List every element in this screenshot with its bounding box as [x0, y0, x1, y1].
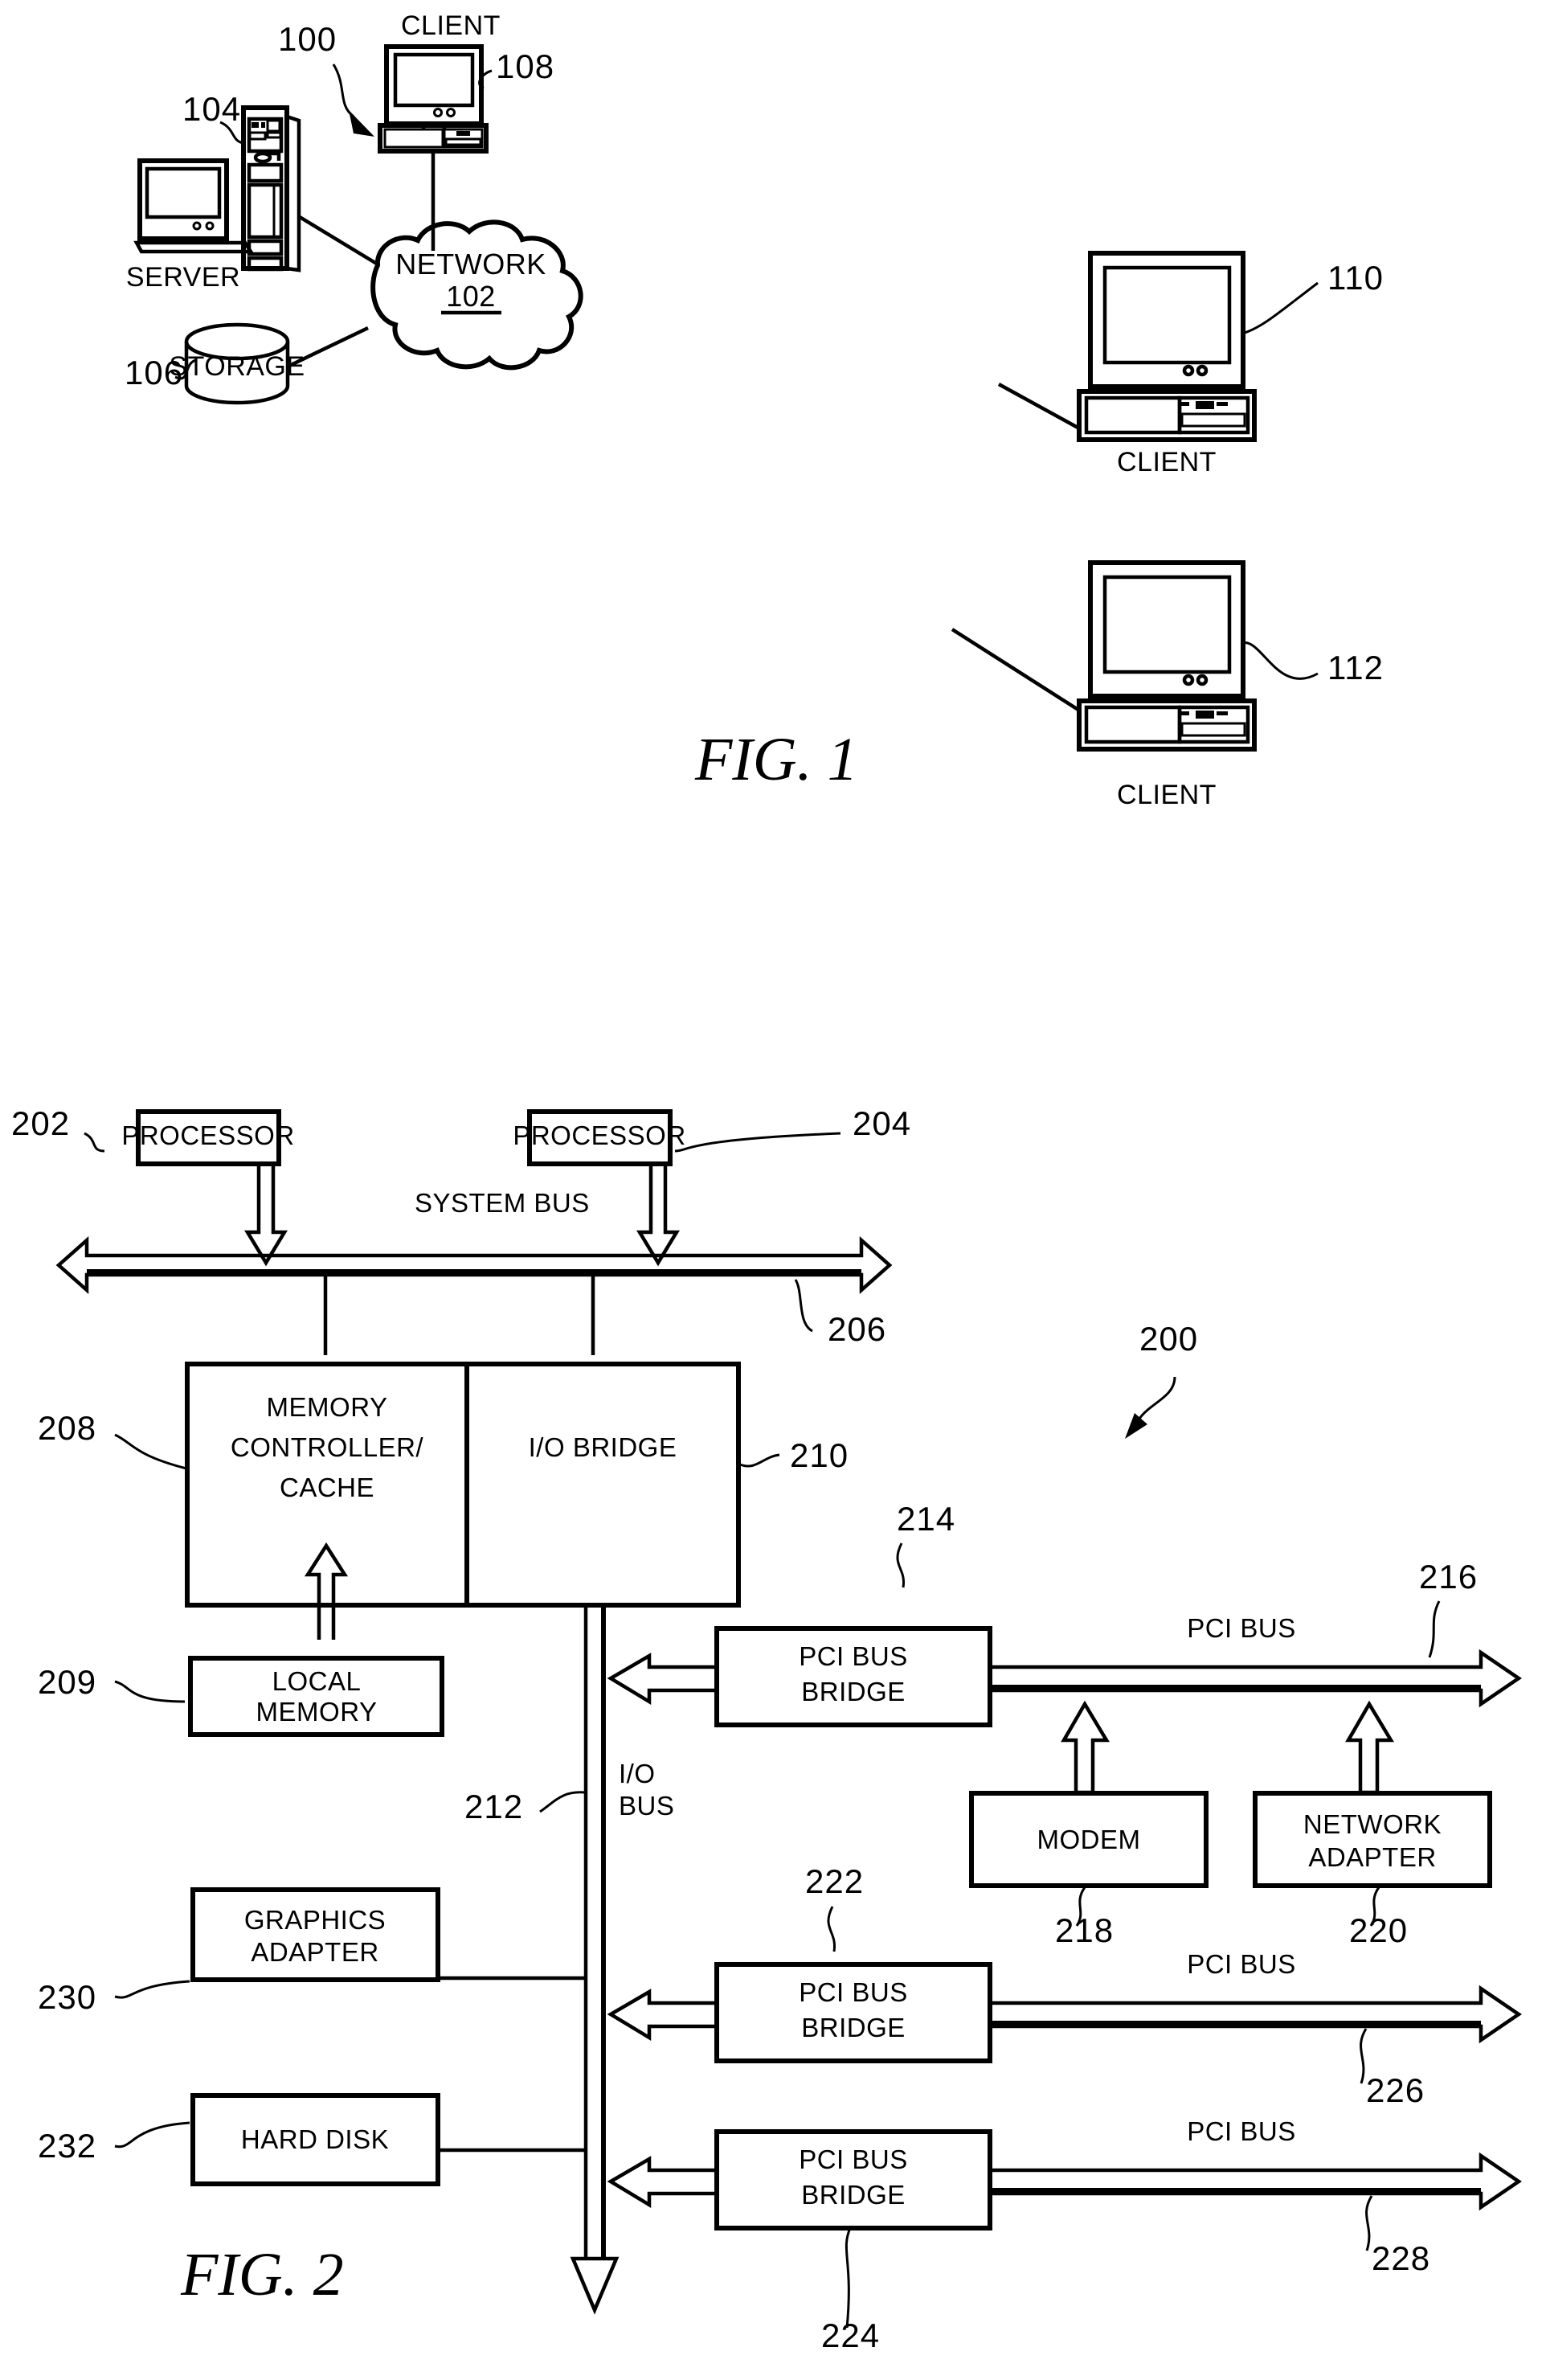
pci-bridge-222-line1: PCI BUS — [799, 1977, 908, 2007]
pci-bus-216-label: PCI BUS — [1187, 1613, 1296, 1643]
io-bus-line1: I/O — [619, 1759, 656, 1788]
client-108-label: CLIENT — [401, 10, 501, 41]
graphics-adapter-line1: GRAPHICS — [244, 1905, 386, 1935]
ref-224: 224 — [821, 2317, 880, 2354]
local-memory-line2: MEMORY — [256, 1697, 378, 1727]
graphics-adapter-line2: ADAPTER — [251, 1937, 378, 1967]
processor-204-label: PROCESSOR — [513, 1120, 685, 1150]
network-adapter-line2: ADAPTER — [1308, 1842, 1436, 1872]
ref-206: 206 — [828, 1310, 886, 1348]
ref-202: 202 — [11, 1104, 70, 1142]
ref-200: 200 — [1139, 1320, 1198, 1358]
pci-bridge-224-line2: BRIDGE — [801, 2180, 906, 2210]
modem-label: MODEM — [1037, 1825, 1141, 1854]
pci-bridge-214-line2: BRIDGE — [801, 1677, 906, 1706]
pci-bridge-224-line1: PCI BUS — [799, 2144, 908, 2174]
storage-label: STORAGE — [169, 351, 305, 382]
ref-222: 222 — [805, 1862, 864, 1900]
ref-218: 218 — [1055, 1911, 1114, 1949]
pci-bus-226-label: PCI BUS — [1187, 1949, 1296, 1979]
memory-controller-line3: CACHE — [280, 1473, 374, 1502]
io-bus-line2: BUS — [619, 1791, 674, 1821]
memory-controller-line1: MEMORY — [267, 1392, 388, 1422]
ref-232: 232 — [38, 2127, 96, 2165]
patent-drawing-sheet: 100 CLIENT 108 104 SERVER 106 STORAGE NE… — [0, 0, 1546, 2380]
client-110-label: CLIENT — [1117, 447, 1217, 477]
pci-bridge-214-line1: PCI BUS — [799, 1641, 908, 1671]
client-112-label: CLIENT — [1117, 780, 1217, 810]
io-bridge-label: I/O BRIDGE — [529, 1432, 677, 1462]
ref-210: 210 — [790, 1436, 849, 1474]
ref-230: 230 — [38, 1978, 96, 2016]
ref-112: 112 — [1327, 649, 1384, 686]
server-label: SERVER — [126, 262, 240, 293]
ref-228: 228 — [1372, 2239, 1430, 2277]
memory-controller-line2: CONTROLLER/ — [231, 1432, 424, 1462]
ref-110: 110 — [1327, 259, 1384, 297]
ref-212: 212 — [464, 1788, 523, 1825]
hard-disk-label: HARD DISK — [241, 2124, 389, 2154]
network-adapter-line1: NETWORK — [1303, 1809, 1442, 1839]
ref-209: 209 — [38, 1663, 96, 1701]
ref-226: 226 — [1366, 2071, 1425, 2109]
ref-214: 214 — [897, 1500, 955, 1538]
ref-108: 108 — [496, 47, 554, 85]
ref-220: 220 — [1349, 1911, 1408, 1949]
figure-1-caption: FIG. 1 — [694, 726, 858, 793]
ref-216: 216 — [1419, 1558, 1478, 1596]
processor-202-label: PROCESSOR — [121, 1120, 294, 1150]
local-memory-line1: LOCAL — [272, 1666, 362, 1696]
ref-100: 100 — [278, 20, 337, 58]
pci-bridge-222-line2: BRIDGE — [801, 2013, 906, 2042]
figure-2-caption: FIG. 2 — [180, 2241, 344, 2308]
ref-204: 204 — [853, 1104, 911, 1142]
network-label: NETWORK — [395, 248, 546, 281]
ref-104: 104 — [182, 90, 241, 128]
system-bus-label: SYSTEM BUS — [415, 1188, 590, 1218]
network-ref-102: 102 — [446, 280, 496, 313]
ref-208: 208 — [38, 1409, 96, 1447]
pci-bus-228-label: PCI BUS — [1187, 2116, 1296, 2146]
